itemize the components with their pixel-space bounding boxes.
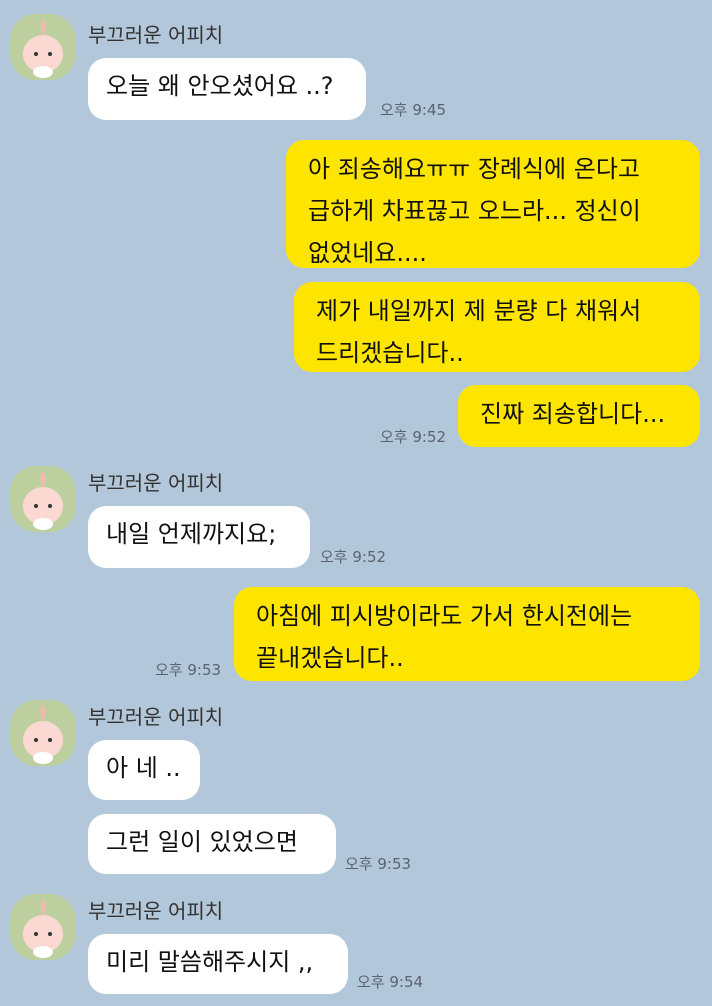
profile-avatar[interactable] [10,700,76,766]
message-timestamp: 오후 9:52 [380,428,447,446]
sender-name: 부끄러운 어피치 [88,899,224,923]
apeach-icon [23,706,63,764]
message-bubble[interactable]: 아 네 .. [88,740,200,800]
message-bubble[interactable]: 아 죄송해요ㅠㅠ 장례식에 온다고 급하게 차표끊고 오느라... 정신이 없었… [286,140,700,268]
sender-name: 부끄러운 어피치 [88,705,224,729]
sender-name: 부끄러운 어피치 [88,23,224,47]
message-bubble[interactable]: 그런 일이 있었으면 [88,814,336,874]
message-bubble[interactable]: 진짜 죄송합니다... [458,385,700,447]
apeach-icon [23,900,63,958]
message-timestamp: 오후 9:53 [345,855,412,873]
message-timestamp: 오후 9:53 [155,661,222,679]
message-timestamp: 오후 9:54 [357,973,424,991]
apeach-icon [23,472,63,530]
message-timestamp: 오후 9:45 [380,101,447,119]
message-bubble[interactable]: 내일 언제까지요; [88,506,310,568]
sender-name: 부끄러운 어피치 [88,471,224,495]
apeach-icon [23,20,63,78]
profile-avatar[interactable] [10,466,76,532]
profile-avatar[interactable] [10,14,76,80]
message-bubble[interactable]: 오늘 왜 안오셨어요 ..? [88,58,366,120]
message-bubble[interactable]: 제가 내일까지 제 분량 다 채워서 드리겠습니다.. [294,282,700,372]
message-bubble[interactable]: 미리 말씀해주시지 ,, [88,934,348,994]
message-bubble[interactable]: 아침에 피시방이라도 가서 한시전에는 끝내겠습니다.. [234,587,700,681]
message-timestamp: 오후 9:52 [320,548,387,566]
profile-avatar[interactable] [10,894,76,960]
